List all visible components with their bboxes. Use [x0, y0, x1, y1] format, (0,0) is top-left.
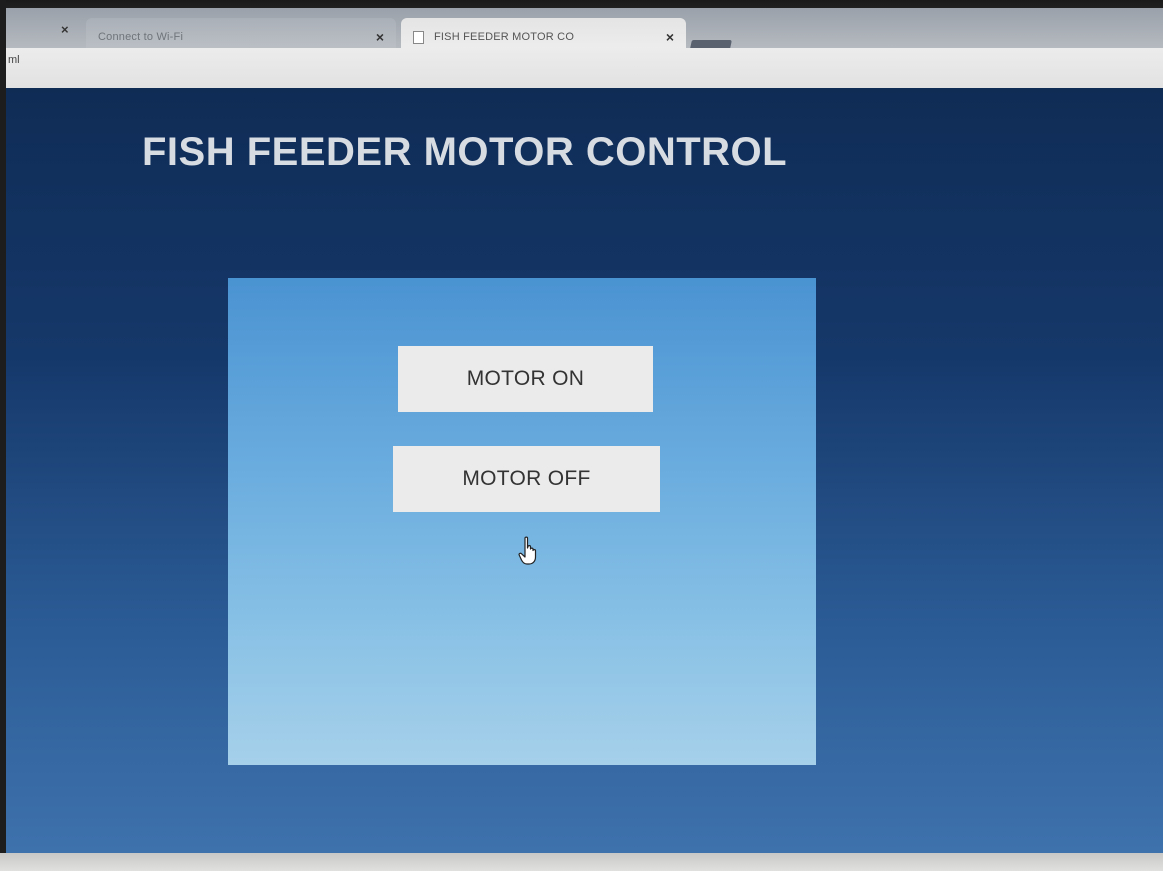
url-text: ml	[8, 54, 20, 66]
hand-cursor-icon	[518, 536, 537, 565]
page-content: FISH FEEDER MOTOR CONTROL MOTOR ON MOTOR…	[6, 88, 1163, 853]
monitor-bezel-left	[0, 0, 6, 871]
motor-off-button[interactable]: MOTOR OFF	[393, 446, 660, 512]
close-icon[interactable]: ×	[666, 29, 674, 45]
close-icon[interactable]: ×	[376, 29, 384, 45]
control-panel: MOTOR ON MOTOR OFF	[228, 278, 816, 765]
page-title: FISH FEEDER MOTOR CONTROL	[142, 130, 788, 174]
tab-label: Connect to Wi-Fi	[98, 31, 184, 43]
tab-strip: × Connect to Wi-Fi × FISH FEEDER MOTOR C…	[6, 8, 1163, 56]
screen: × Connect to Wi-Fi × FISH FEEDER MOTOR C…	[0, 0, 1163, 871]
monitor-bezel-bottom	[0, 853, 1163, 871]
tab-label: FISH FEEDER MOTOR CO	[434, 31, 575, 43]
close-icon[interactable]: ×	[61, 22, 69, 37]
page-icon	[413, 30, 424, 44]
address-bar[interactable]: ml	[6, 48, 1163, 89]
motor-on-button[interactable]: MOTOR ON	[398, 346, 653, 412]
